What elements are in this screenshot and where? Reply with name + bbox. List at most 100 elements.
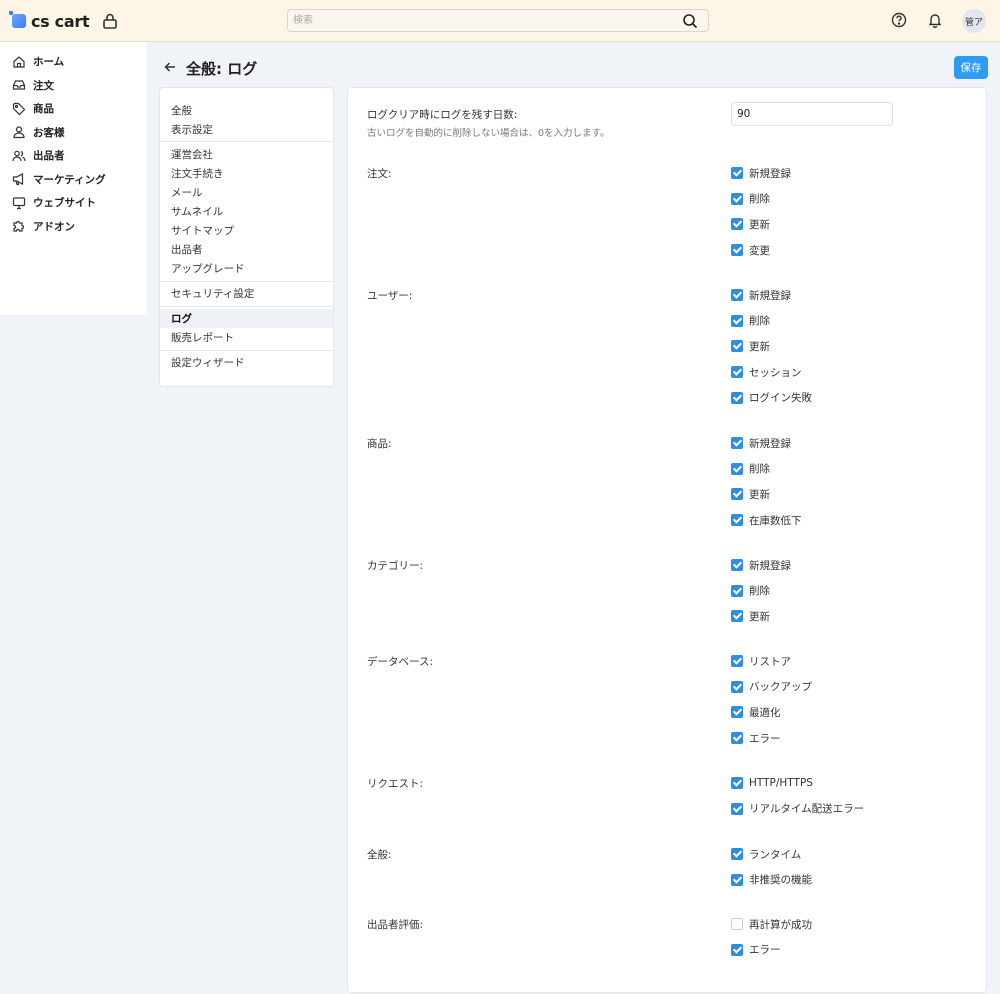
sidebar-item-orders[interactable]: 注文 <box>0 74 147 98</box>
checkbox-checked-icon[interactable] <box>731 873 743 886</box>
submenu-item-reports[interactable]: 販売レポート <box>160 328 333 347</box>
log-option-checkbox[interactable]: 削除 <box>731 314 770 328</box>
log-option-checkbox[interactable]: 非推奨の機能 <box>731 873 812 887</box>
home-icon <box>13 55 25 68</box>
checkbox-checked-icon[interactable] <box>731 943 743 956</box>
sidebar-item-label: ウェブサイト <box>33 197 96 210</box>
checkbox-checked-icon[interactable] <box>731 680 743 693</box>
log-option-checkbox[interactable]: 削除 <box>731 462 770 476</box>
checkbox-checked-icon[interactable] <box>731 777 743 789</box>
submenu-item-thumbnails[interactable]: サムネイル <box>160 202 333 221</box>
log-option-checkbox[interactable]: エラー <box>731 731 781 745</box>
checkbox-checked-icon[interactable] <box>731 584 743 597</box>
log-option-checkbox[interactable]: 再計算が成功 <box>731 917 812 931</box>
checkbox-checked-icon[interactable] <box>731 167 743 179</box>
log-option-checkbox[interactable]: リストア <box>731 654 791 668</box>
log-option-checkbox[interactable]: ランタイム <box>731 847 801 861</box>
log-option-checkbox[interactable]: 削除 <box>731 584 770 598</box>
checkbox-checked-icon[interactable] <box>731 366 743 379</box>
submenu-item-appearance[interactable]: 表示設定 <box>160 120 333 139</box>
checkbox-checked-icon[interactable] <box>731 802 743 815</box>
sidebar-item-home[interactable]: ホーム <box>0 50 147 74</box>
search-box <box>287 9 709 32</box>
submenu-item-vendors[interactable]: 出品者 <box>160 240 333 259</box>
checkbox-checked-icon[interactable] <box>731 559 743 571</box>
submenu-item-sitemap[interactable]: サイトマップ <box>160 221 333 240</box>
sidebar-item-addons[interactable]: アドオン <box>0 215 147 239</box>
checkbox-checked-icon[interactable] <box>731 289 743 301</box>
submenu-item-security[interactable]: セキュリティ設定 <box>160 284 333 303</box>
log-option-checkbox[interactable]: エラー <box>731 943 781 957</box>
log-option-label: リアルタイム配送エラー <box>749 803 865 816</box>
log-option-checkbox[interactable]: 更新 <box>731 609 770 623</box>
log-option-checkbox[interactable]: HTTP/HTTPS <box>731 776 813 790</box>
checkbox-checked-icon[interactable] <box>731 391 743 404</box>
submenu-item-company[interactable]: 運営会社 <box>160 145 333 164</box>
checkbox-checked-icon[interactable] <box>731 610 743 623</box>
log-option-checkbox[interactable]: 在庫数低下 <box>731 513 802 527</box>
submenu-item-wizard[interactable]: 設定ウィザード <box>160 353 333 372</box>
search-icon[interactable] <box>682 13 698 29</box>
sidebar-item-website[interactable]: ウェブサイト <box>0 191 147 215</box>
help-icon[interactable] <box>891 12 907 28</box>
log-days-input[interactable] <box>731 102 893 126</box>
log-option-label: エラー <box>749 732 781 745</box>
checkbox-checked-icon[interactable] <box>731 514 743 527</box>
checkbox-checked-icon[interactable] <box>731 218 743 231</box>
logo[interactable]: cs cart <box>9 11 90 31</box>
checkbox-checked-icon[interactable] <box>731 848 743 860</box>
log-option-label: リストア <box>749 655 791 668</box>
log-option-checkbox[interactable]: 更新 <box>731 339 770 353</box>
log-option-checkbox[interactable]: リアルタイム配送エラー <box>731 802 864 816</box>
log-option-label: 新規登録 <box>749 167 791 180</box>
log-option-checkbox[interactable]: 変更 <box>731 243 770 257</box>
submenu-item-emails[interactable]: メール <box>160 183 333 202</box>
log-option-checkbox[interactable]: 更新 <box>731 217 770 231</box>
submenu-item-general[interactable]: 全般 <box>160 101 333 120</box>
checkbox-checked-icon[interactable] <box>731 437 743 449</box>
settings-submenu: 全般 表示設定 運営会社 注文手続き メール サムネイル サイトマップ 出品者 … <box>159 87 334 387</box>
checkbox-checked-icon[interactable] <box>731 462 743 475</box>
checkbox-unchecked-icon[interactable] <box>731 918 743 930</box>
log-option-label: 更新 <box>749 488 770 501</box>
sidebar-item-products[interactable]: 商品 <box>0 97 147 121</box>
submenu-item-logging[interactable]: ログ <box>160 309 333 328</box>
sidebar-item-customers[interactable]: お客様 <box>0 121 147 145</box>
log-option-checkbox[interactable]: セッション <box>731 365 802 379</box>
checkbox-checked-icon[interactable] <box>731 192 743 205</box>
checkbox-checked-icon[interactable] <box>731 706 743 719</box>
log-option-checkbox[interactable]: 最適化 <box>731 705 781 719</box>
checkbox-checked-icon[interactable] <box>731 244 743 257</box>
user-icon <box>13 126 25 139</box>
log-option-label: 非推奨の機能 <box>749 874 812 887</box>
log-option-checkbox[interactable]: 新規登録 <box>731 166 791 180</box>
sidebar-item-marketing[interactable]: マーケティング <box>0 168 147 192</box>
checkbox-checked-icon[interactable] <box>731 655 743 667</box>
log-option-checkbox[interactable]: 新規登録 <box>731 558 791 572</box>
log-option-checkbox[interactable]: 削除 <box>731 192 770 206</box>
avatar[interactable]: 管ア <box>962 9 986 33</box>
bell-icon[interactable] <box>927 12 943 28</box>
lock-icon[interactable] <box>102 12 118 30</box>
log-option-checkbox[interactable]: バックアップ <box>731 680 812 694</box>
checkbox-checked-icon[interactable] <box>731 732 743 745</box>
sidebar-item-label: お客様 <box>33 126 65 139</box>
sidebar-item-label: 注文 <box>33 79 54 92</box>
log-option-checkbox[interactable]: 更新 <box>731 487 770 501</box>
back-arrow-icon[interactable] <box>163 60 177 74</box>
log-option-checkbox[interactable]: 新規登録 <box>731 288 791 302</box>
log-option-checkbox[interactable]: 新規登録 <box>731 436 791 450</box>
sidebar-item-vendors[interactable]: 出品者 <box>0 144 147 168</box>
save-button[interactable]: 保存 <box>954 56 988 79</box>
search-input[interactable] <box>288 10 668 31</box>
group-label: ユーザー: <box>367 290 413 302</box>
log-option-checkbox[interactable]: ログイン失敗 <box>731 391 812 405</box>
users-icon <box>12 150 26 161</box>
logo-text: cs cart <box>31 11 90 31</box>
checkbox-checked-icon[interactable] <box>731 488 743 501</box>
checkbox-checked-icon[interactable] <box>731 340 743 353</box>
submenu-divider <box>160 350 333 351</box>
checkbox-checked-icon[interactable] <box>731 314 743 327</box>
submenu-item-upgrade[interactable]: アップグレード <box>160 259 333 278</box>
submenu-item-checkout[interactable]: 注文手続き <box>160 164 333 183</box>
